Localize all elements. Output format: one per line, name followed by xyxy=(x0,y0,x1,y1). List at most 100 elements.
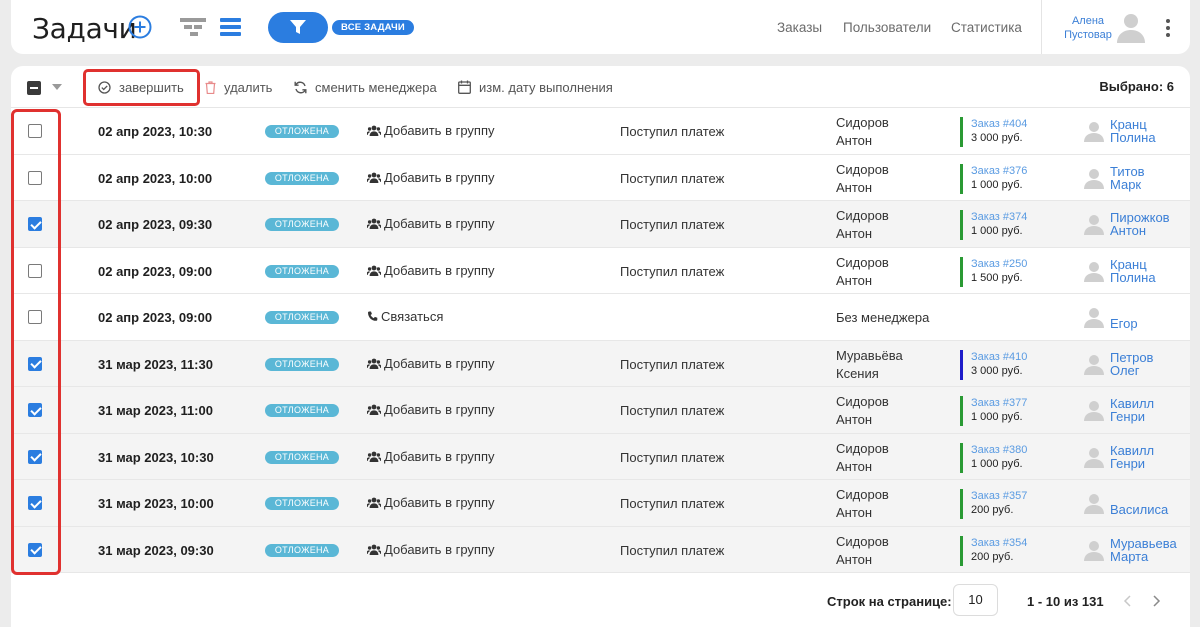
change-date-button[interactable]: изм. дату выполнения xyxy=(458,66,613,108)
status-badge: ОТЛОЖЕНА xyxy=(265,264,339,278)
order-link[interactable]: Заказ #410 xyxy=(971,350,1027,364)
order-info: Заказ #354 200 руб. xyxy=(960,535,1027,566)
task-action[interactable]: Добавить в группу xyxy=(367,495,495,510)
client-link[interactable]: Егор xyxy=(1110,317,1138,330)
client-link[interactable]: Кранц Полина xyxy=(1110,258,1156,284)
order-link[interactable]: Заказ #380 xyxy=(971,443,1027,457)
user-avatar-icon[interactable] xyxy=(1115,11,1147,43)
task-action[interactable]: Добавить в группу xyxy=(367,449,495,464)
filter-icon xyxy=(290,20,306,34)
nav-statistics[interactable]: Статистика xyxy=(951,20,1022,35)
list-view-icon[interactable] xyxy=(220,18,241,36)
task-manager: Муравьёва Ксения xyxy=(836,347,903,381)
order-amount: 1 000 руб. xyxy=(971,178,1023,191)
table-row[interactable]: 02 апр 2023, 09:30 ОТЛОЖЕНА Добавить в гру… xyxy=(11,201,1190,248)
client-link[interactable]: Кавилл Генри xyxy=(1110,444,1154,470)
active-filter-badge[interactable]: ВСЕ ЗАДАЧИ xyxy=(332,20,414,35)
client-link[interactable]: Кранц Полина xyxy=(1110,118,1156,144)
nav-users[interactable]: Пользователи xyxy=(843,20,931,35)
client-link[interactable]: Петров Олег xyxy=(1110,351,1153,377)
task-action[interactable]: Связаться xyxy=(367,309,443,324)
task-action[interactable]: Добавить в группу xyxy=(367,170,495,185)
task-manager: Сидоров Антон xyxy=(836,254,889,288)
task-action[interactable]: Добавить в группу xyxy=(367,402,495,417)
client-avatar-icon xyxy=(1084,494,1104,514)
order-link[interactable]: Заказ #354 xyxy=(971,536,1027,550)
status-badge: ОТЛОЖЕНА xyxy=(265,497,339,510)
users-icon xyxy=(367,497,381,508)
order-amount: 200 руб. xyxy=(971,504,1014,516)
phone-icon xyxy=(368,311,378,321)
order-amount: 3 000 руб. xyxy=(971,132,1023,144)
checkbox-column-highlight-frame xyxy=(11,109,61,575)
order-link[interactable]: Заказ #250 xyxy=(971,257,1027,271)
task-manager: Сидоров Антон xyxy=(836,115,889,148)
task-reason: Поступил платеж xyxy=(620,170,725,186)
client-avatar-icon xyxy=(1084,447,1104,468)
users-icon xyxy=(367,125,381,136)
delete-button[interactable]: удалить xyxy=(205,66,272,108)
client-avatar-icon xyxy=(1084,122,1104,142)
client-link[interactable]: Муравьева Марта xyxy=(1110,537,1177,563)
table-row[interactable]: 31 мар 2023, 11:00 ОТЛОЖЕНА Добавить в гру… xyxy=(11,387,1190,434)
top-header: Задачи ВСЕ ЗАДАЧИ Заказы Пользователи Ст… xyxy=(11,0,1190,54)
order-link[interactable]: Заказ #377 xyxy=(971,396,1027,410)
tasks-panel: завершить удалить сменить менеджера изм.… xyxy=(11,66,1190,627)
client-link[interactable]: Титов Марк xyxy=(1110,165,1145,191)
order-amount: 1 000 руб. xyxy=(971,457,1023,470)
bulk-actions-toolbar: завершить удалить сменить менеджера изм.… xyxy=(11,66,1190,108)
status-badge: ОТЛОЖЕНА xyxy=(265,171,339,185)
table-row[interactable]: 31 мар 2023, 09:30 ОТЛОЖЕНА Добавить в гру… xyxy=(11,526,1190,573)
task-action[interactable]: Добавить в группу xyxy=(367,263,495,278)
order-link[interactable]: Заказ #374 xyxy=(971,210,1027,224)
order-link[interactable]: Заказ #376 xyxy=(971,164,1027,178)
add-task-icon[interactable] xyxy=(128,15,152,39)
task-action[interactable]: Добавить в группу xyxy=(367,356,495,371)
order-amount: 1 000 руб. xyxy=(971,411,1023,423)
status-badge: ОТЛОЖЕНА xyxy=(265,450,339,464)
rows-per-page-select[interactable]: 10 xyxy=(953,584,998,616)
client-link[interactable]: Пирожков Антон xyxy=(1110,211,1170,237)
status-badge: ОТЛОЖЕНА xyxy=(265,218,339,231)
client-link[interactable]: Василиса xyxy=(1110,503,1168,516)
table-row[interactable]: 02 апр 2023, 10:00 ОТЛОЖЕНА Добавить в гру… xyxy=(11,155,1190,201)
chevron-left-icon[interactable] xyxy=(1121,594,1135,608)
header-divider xyxy=(1041,0,1042,54)
finish-highlight-frame xyxy=(83,69,200,106)
task-action[interactable]: Добавить в группу xyxy=(367,542,495,557)
order-info: Заказ #374 1 000 руб. xyxy=(960,210,1027,240)
table-row[interactable]: 02 апр 2023, 10:30 ОТЛОЖЕНА Добавить в гру… xyxy=(11,108,1190,155)
selected-count: Выбрано: 6 xyxy=(1099,79,1174,94)
order-info: Заказ #357 200 руб. xyxy=(960,489,1027,519)
table-row[interactable]: 02 апр 2023, 09:00 ОТЛОЖЕНА Добавить в гру… xyxy=(11,248,1190,294)
table-row[interactable]: 31 мар 2023, 10:30 ОТЛОЖЕНА Добавить в гру… xyxy=(11,433,1190,480)
select-dropdown-icon[interactable] xyxy=(52,84,62,90)
select-all-checkbox[interactable] xyxy=(27,81,41,95)
task-reason: Поступил платеж xyxy=(620,403,725,418)
filter-button[interactable] xyxy=(268,12,328,43)
table-row[interactable]: 31 мар 2023, 10:00 ОТЛОЖЕНА Добавить в гру… xyxy=(11,480,1190,527)
change-manager-button[interactable]: сменить менеджера xyxy=(294,66,437,108)
nav-orders[interactable]: Заказы xyxy=(777,20,822,35)
task-reason: Поступил платеж xyxy=(620,217,725,232)
current-user-name[interactable]: Алена Пустовар xyxy=(1051,14,1125,42)
task-due-date: 31 мар 2023, 10:00 xyxy=(98,496,214,511)
status-badge: ОТЛОЖЕНА xyxy=(265,311,339,324)
task-action[interactable]: Добавить в группу xyxy=(367,216,495,231)
order-info: Заказ #380 1 000 руб. xyxy=(960,442,1027,473)
more-menu-icon[interactable] xyxy=(1161,17,1175,39)
table-row[interactable]: 02 апр 2023, 09:00 ОТЛОЖЕНА Связаться Без м… xyxy=(11,294,1190,341)
order-link[interactable]: Заказ #357 xyxy=(971,489,1027,503)
users-icon xyxy=(367,451,381,462)
task-action[interactable]: Добавить в группу xyxy=(367,123,495,138)
chevron-right-icon[interactable] xyxy=(1149,594,1163,608)
task-due-date: 31 мар 2023, 11:30 xyxy=(98,356,213,372)
tree-view-icon[interactable] xyxy=(180,18,206,36)
client-link[interactable]: Кавилл Генри xyxy=(1110,397,1154,423)
task-due-date: 31 мар 2023, 10:30 xyxy=(98,449,214,465)
order-info: Заказ #410 3 000 руб. xyxy=(960,349,1027,380)
task-manager: Сидоров Антон xyxy=(836,440,889,474)
order-link[interactable]: Заказ #404 xyxy=(971,117,1027,131)
task-reason: Поступил платеж xyxy=(620,263,725,279)
table-row[interactable]: 31 мар 2023, 11:30 ОТЛОЖЕНА Добавить в гру… xyxy=(11,340,1190,387)
